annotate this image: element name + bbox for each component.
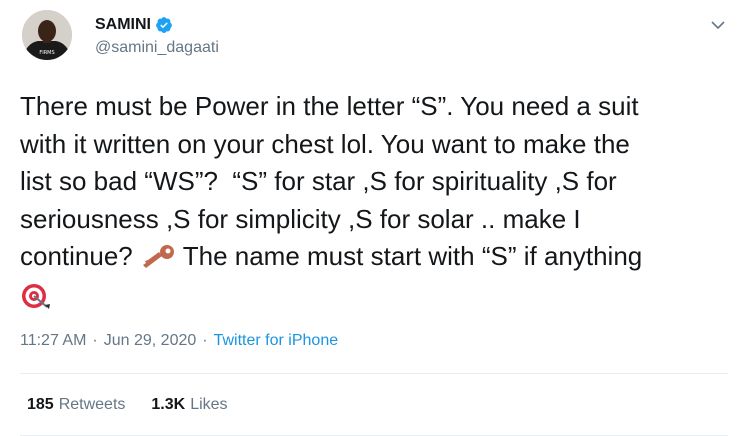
tweet-time[interactable]: 11:27 AM	[20, 332, 86, 350]
tweet-card: FIRMS SAMINI @samini_dagaati There must …	[0, 0, 748, 436]
meta-separator-2: ·	[202, 332, 208, 349]
name-row: SAMINI	[95, 14, 219, 36]
more-options-caret-icon[interactable]	[707, 14, 729, 36]
author-block: SAMINI @samini_dagaati	[95, 14, 219, 57]
tweet-line-2: with it written on your chest lol. You w…	[20, 128, 630, 159]
likes-count: 1.3K	[151, 396, 186, 413]
tweet-text: There must be Power in the letter “S”. Y…	[20, 88, 735, 321]
tweet-stats: 185 Retweets 1.3K Likes	[27, 396, 228, 414]
tweet-line-5-start: continue?	[20, 241, 140, 271]
direct-hit-icon	[20, 281, 52, 322]
tweet-line-6	[20, 280, 735, 322]
tweet-line-1: There must be Power in the letter “S”. Y…	[20, 91, 639, 121]
retweets-stat[interactable]: 185 Retweets	[27, 396, 125, 414]
avatar[interactable]: FIRMS	[22, 10, 72, 60]
meta-separator-1: ·	[92, 332, 98, 349]
tweet-line-5: continue? The name must start with “S” i…	[20, 238, 735, 280]
tweet-meta: 11:27 AM · Jun 29, 2020 · Twitter for iP…	[20, 332, 338, 350]
likes-label: Likes	[190, 396, 228, 413]
tweet-line-4: seriousness ,S for simplicity ,S for sol…	[20, 203, 581, 234]
divider	[20, 373, 728, 374]
tweet-line-3: list so bad “WS”? “S” for star ,S for sp…	[20, 166, 617, 196]
tweet-source-link[interactable]: Twitter for iPhone	[214, 332, 339, 350]
display-name[interactable]: SAMINI	[95, 16, 151, 34]
likes-stat[interactable]: 1.3K Likes	[151, 396, 227, 414]
retweets-count: 185	[27, 396, 54, 413]
key-emoji-icon	[140, 242, 176, 280]
tweet-date[interactable]: Jun 29, 2020	[104, 332, 197, 350]
tweet-line-5-end: The name must start with “S” if anything	[175, 241, 643, 271]
handle[interactable]: @samini_dagaati	[95, 39, 219, 57]
retweets-label: Retweets	[58, 396, 126, 413]
avatar-shirt-text: FIRMS	[39, 50, 54, 56]
verified-badge-icon	[155, 16, 173, 34]
